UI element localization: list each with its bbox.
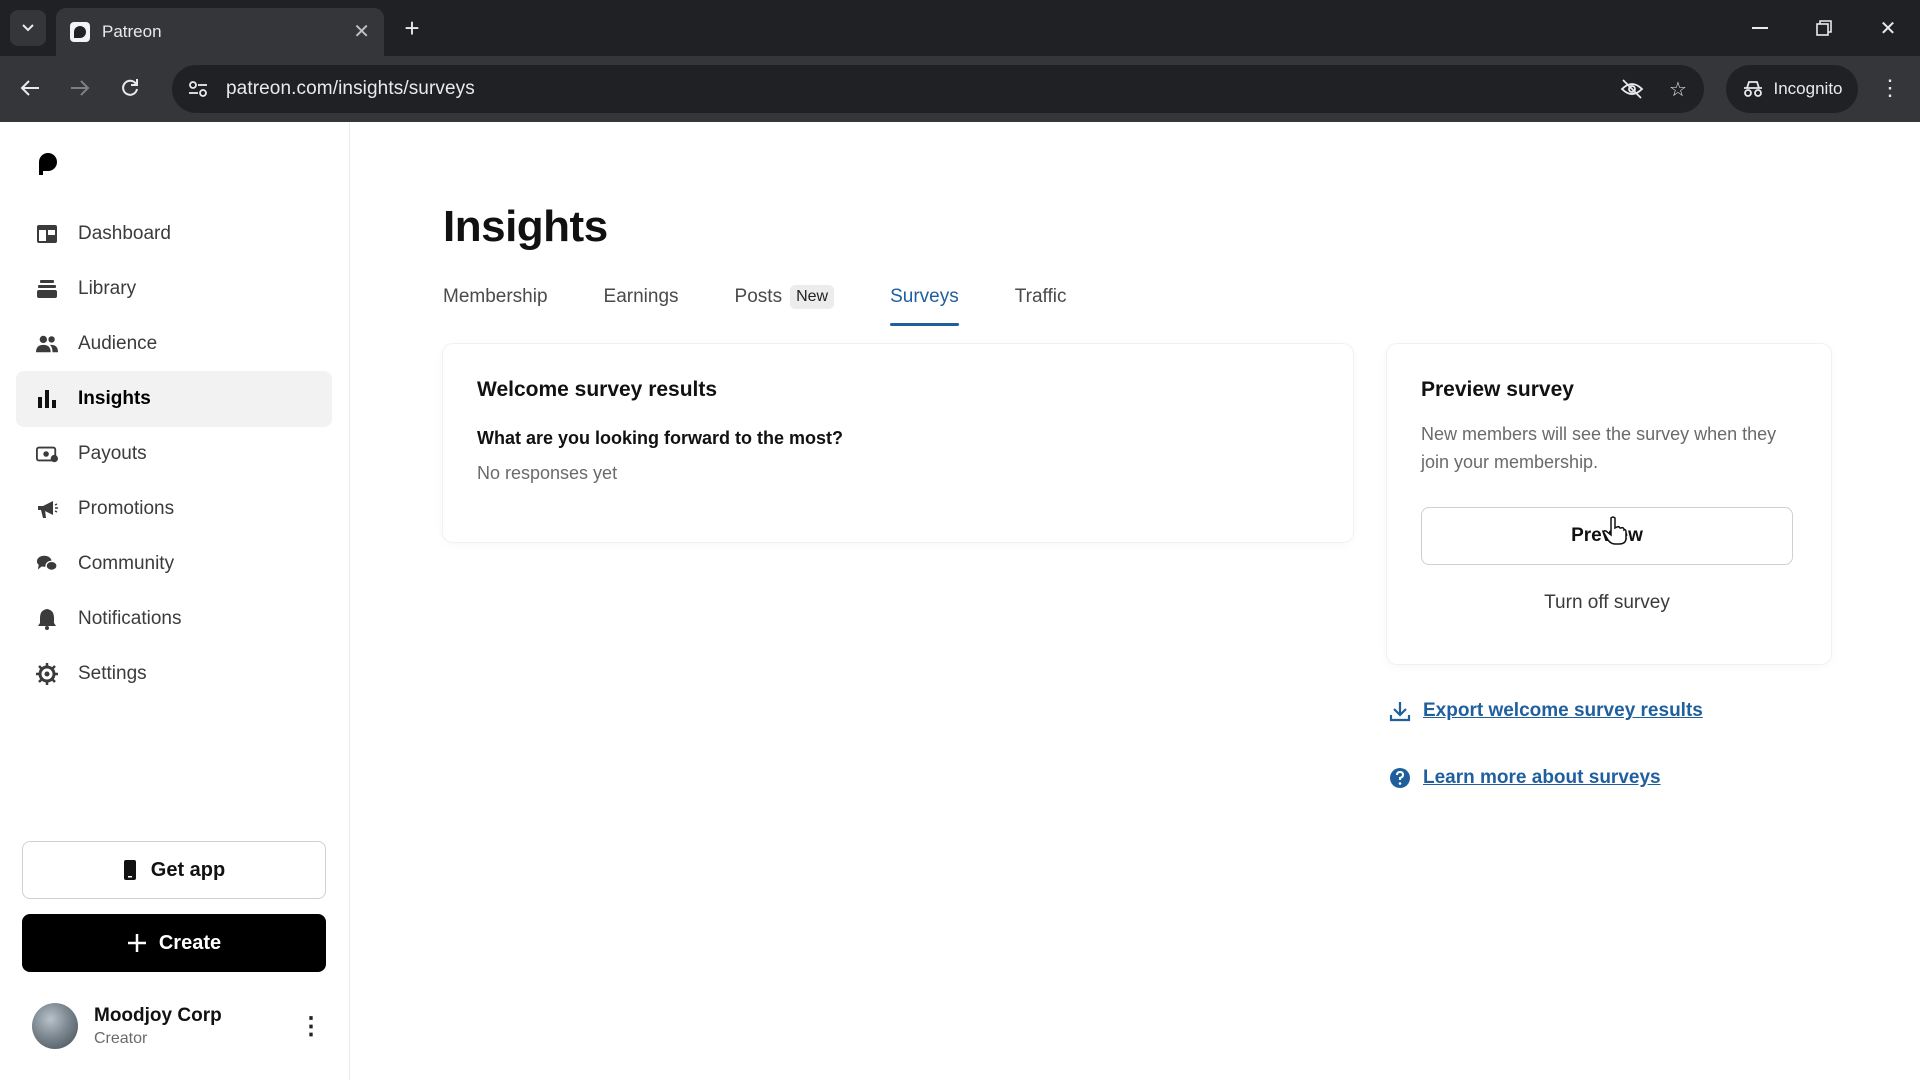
sidebar-item-label: Community [78,553,175,574]
sidebar-item-label: Library [78,278,137,299]
profile-section[interactable]: Moodjoy Corp Creator ⋮ [32,998,326,1054]
sidebar-item-settings[interactable]: Settings [16,646,332,702]
site-info-icon[interactable] [178,69,218,109]
responses-status: No responses yet [477,463,618,483]
create-label: Create [158,931,222,954]
restore-icon[interactable] [1804,12,1844,44]
phone-icon [123,860,136,880]
hand-cursor-icon [1603,516,1627,545]
profile-name: Moodjoy Corp [94,1004,222,1026]
tab-surveys[interactable]: Surveys [890,280,959,326]
tab-strip: Patreon ✕ + ✕ [0,0,1920,56]
back-icon[interactable] [12,70,48,106]
survey-question: What are you looking forward to the most… [477,428,844,448]
notifications-icon [36,608,58,630]
page-title: Insights [443,202,608,251]
minimize-icon[interactable] [1740,12,1780,44]
sidebar-item-label: Payouts [78,443,147,464]
preview-card-description: New members will see the survey when the… [1421,424,1777,472]
audience-icon [36,333,58,355]
dashboard-icon [36,223,58,245]
sidebar-item-audience[interactable]: Audience [16,316,332,372]
patreon-page: Dashboard Library Audience Insights Payo… [0,122,1920,1080]
patreon-favicon-icon [70,22,90,42]
sidebar-item-dashboard[interactable]: Dashboard [16,206,332,262]
settings-icon [36,663,58,685]
sidebar-item-label: Settings [78,663,147,684]
address-bar[interactable]: patreon.com/insights/surveys ☆ [172,65,1704,113]
get-app-button[interactable]: Get app [22,841,326,899]
results-card-title: Welcome survey results [477,378,718,401]
sidebar-item-label: Audience [78,333,158,354]
export-results-link[interactable]: Export welcome survey results [1389,700,1703,722]
sidebar: Dashboard Library Audience Insights Payo… [0,122,350,1080]
insights-tabs: Membership Earnings Posts New Surveys Tr… [443,280,1066,326]
sidebar-item-label: Notifications [78,608,182,629]
browser-toolbar: patreon.com/insights/surveys ☆ Incognito… [0,56,1920,122]
browser-menu-icon[interactable]: ⋮ [1872,70,1908,106]
create-button[interactable]: Create [22,914,326,972]
profile-info: Moodjoy Corp Creator [94,1005,296,1048]
learn-more-link[interactable]: Learn more about surveys [1389,767,1661,789]
plus-icon [127,934,146,952]
browser-tab[interactable]: Patreon ✕ [56,8,384,56]
community-icon [36,553,58,575]
promotions-icon [36,498,58,520]
profile-more-options-icon[interactable]: ⋮ [296,1006,326,1046]
incognito-indicator[interactable]: Incognito [1726,65,1858,113]
insights-icon [36,388,58,410]
export-link-text[interactable]: Export welcome survey results [1423,700,1703,722]
tab-label: Traffic [1014,286,1067,307]
bookmark-star-icon[interactable]: ☆ [1658,69,1698,109]
library-icon [36,278,58,300]
new-tab-icon[interactable]: + [396,12,428,44]
incognito-label: Incognito [1773,79,1843,98]
reload-icon[interactable] [112,70,148,106]
sidebar-item-insights[interactable]: Insights [16,371,332,427]
survey-results-card: Welcome survey results What are you look… [443,344,1353,542]
sidebar-item-notifications[interactable]: Notifications [16,591,332,647]
sidebar-item-community[interactable]: Community [16,536,332,592]
browser-chrome: Patreon ✕ + ✕ patreon.com/insights/surve… [0,0,1920,122]
tab-title: Patreon [102,22,162,41]
forward-icon[interactable] [62,70,98,106]
profile-role: Creator [94,1029,148,1047]
patreon-logo-icon[interactable] [36,152,58,176]
tab-traffic[interactable]: Traffic [1015,280,1067,326]
tab-membership[interactable]: Membership [443,280,548,326]
learn-more-link-text[interactable]: Learn more about surveys [1423,767,1661,789]
sidebar-item-payouts[interactable]: Payouts [16,426,332,482]
tab-close-icon[interactable]: ✕ [353,22,370,42]
main-content: Insights Membership Earnings Posts New S… [351,122,1920,1080]
tracking-protection-eye-icon[interactable] [1612,69,1652,109]
preview-survey-card: Preview survey New members will see the … [1387,344,1831,664]
tab-earnings[interactable]: Earnings [604,280,679,326]
tab-label: Membership [443,286,548,307]
preview-card-title: Preview survey [1421,378,1574,401]
incognito-icon [1743,81,1762,97]
close-window-icon[interactable]: ✕ [1868,12,1908,44]
url-text[interactable]: patreon.com/insights/surveys [226,78,1612,100]
avatar[interactable] [32,1003,78,1049]
sidebar-item-library[interactable]: Library [16,261,332,317]
get-app-label: Get app [150,858,226,881]
help-icon [1390,768,1410,788]
download-icon [1389,702,1411,722]
tab-label: Earnings [603,286,679,307]
payouts-icon [36,443,58,465]
tab-label: Surveys [890,286,959,307]
tab-search-icon[interactable] [10,10,46,46]
tab-posts[interactable]: Posts New [735,280,835,326]
turn-off-survey-button[interactable]: Turn off survey [1421,592,1793,614]
sidebar-item-label: Insights [78,388,151,409]
new-badge: New [790,285,835,309]
sidebar-item-label: Promotions [78,498,175,519]
tab-label: Posts [734,286,783,307]
sidebar-item-promotions[interactable]: Promotions [16,481,332,537]
sidebar-item-label: Dashboard [78,223,171,244]
